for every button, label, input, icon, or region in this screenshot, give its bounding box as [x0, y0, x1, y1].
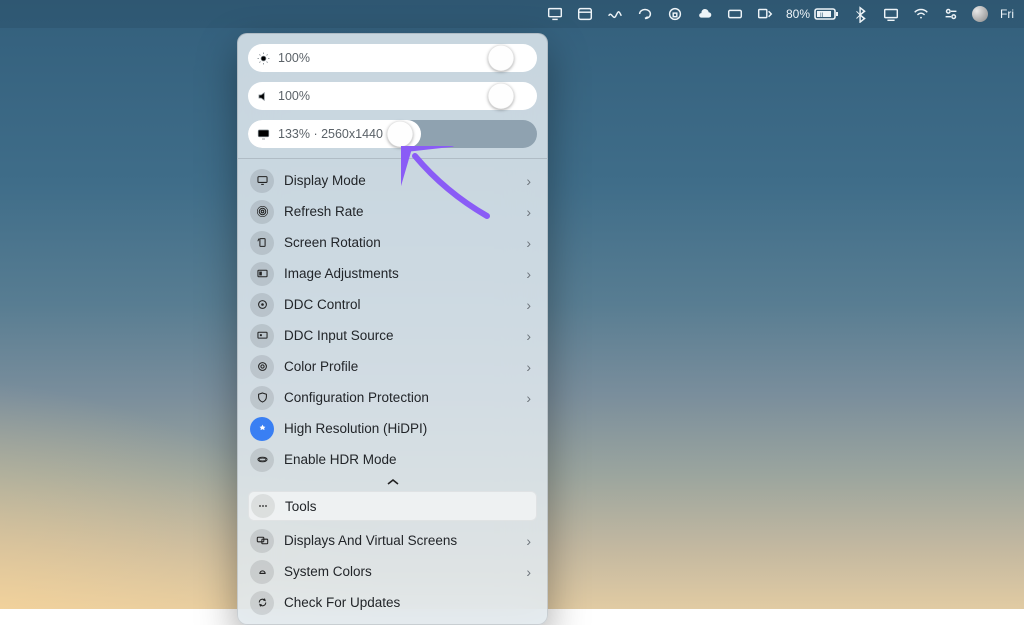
hidpi-icon — [250, 417, 274, 441]
screenshare-icon[interactable] — [882, 5, 900, 23]
section-label: Tools — [285, 499, 534, 514]
screen-rotation-icon — [250, 231, 274, 255]
resolution-value-label: 133% · 2560x1440 — [278, 127, 383, 141]
refresh-rate-icon — [250, 200, 274, 224]
system-colors-icon — [250, 560, 274, 584]
menu-color-profile[interactable]: Color Profile › — [248, 351, 537, 382]
menu-label: Configuration Protection — [284, 390, 516, 405]
mirror-icon[interactable] — [756, 5, 774, 23]
menu-label: Display Mode — [284, 173, 516, 188]
menu-label: Image Adjustments — [284, 266, 516, 281]
lock-shield-icon[interactable] — [666, 5, 684, 23]
menu-enable-hdr[interactable]: Enable HDR Mode — [248, 444, 537, 475]
ddc-control-icon — [250, 293, 274, 317]
brightness-slider[interactable]: 100% — [248, 44, 537, 72]
svg-text:II: II — [820, 13, 824, 19]
hdr-icon — [250, 448, 274, 472]
chevron-right-icon: › — [526, 266, 535, 282]
menu-image-adjustments[interactable]: Image Adjustments › — [248, 258, 537, 289]
menu-list: Display Mode › Refresh Rate › Screen Rot… — [248, 165, 537, 618]
divider — [238, 158, 547, 159]
color-profile-icon — [250, 355, 274, 379]
chevron-right-icon: › — [526, 297, 535, 313]
chevron-right-icon: › — [526, 533, 535, 549]
section-tools[interactable]: Tools — [248, 491, 537, 521]
menu-system-colors[interactable]: System Colors › — [248, 556, 537, 587]
volume-value-label: 100% — [278, 89, 310, 103]
expand-caret[interactable] — [248, 475, 537, 489]
battery-percent-label: 80% — [786, 7, 810, 21]
menu-label: Displays And Virtual Screens — [284, 533, 516, 548]
chevron-right-icon: › — [526, 359, 535, 375]
menu-label: System Colors — [284, 564, 516, 579]
clock-day-label[interactable]: Fri — [1000, 7, 1014, 21]
calendar-app-icon[interactable] — [576, 5, 594, 23]
wifi-icon[interactable] — [912, 5, 930, 23]
menu-refresh-rate[interactable]: Refresh Rate › — [248, 196, 537, 227]
display-menubar-icon[interactable] — [546, 5, 564, 23]
menu-screen-rotation[interactable]: Screen Rotation › — [248, 227, 537, 258]
keyboard-icon[interactable] — [726, 5, 744, 23]
volume-slider[interactable]: 100% — [248, 82, 537, 110]
chevron-right-icon: › — [526, 564, 535, 580]
resolution-slider[interactable]: 133% · 2560x1440 — [248, 120, 537, 148]
display-mode-icon — [250, 169, 274, 193]
system-menubar: 80% II Fri — [0, 0, 1024, 28]
chevron-right-icon: › — [526, 328, 535, 344]
ddc-input-source-icon — [250, 324, 274, 348]
menu-label: DDC Input Source — [284, 328, 516, 343]
menu-ddc-control[interactable]: DDC Control › — [248, 289, 537, 320]
displays-icon — [250, 529, 274, 553]
menu-check-for-updates[interactable]: Check For Updates — [248, 587, 537, 618]
chevron-right-icon: › — [526, 173, 535, 189]
menu-label: Enable HDR Mode — [284, 452, 535, 467]
brightness-icon — [248, 44, 278, 72]
menu-label: Check For Updates — [284, 595, 535, 610]
resolution-slider-knob[interactable] — [387, 121, 413, 147]
volume-slider-knob[interactable] — [488, 83, 514, 109]
siri-icon[interactable] — [972, 6, 988, 22]
shield-icon — [250, 386, 274, 410]
battery-status[interactable]: 80% II — [786, 7, 840, 21]
brightness-value-label: 100% — [278, 51, 310, 65]
menu-displays-virtual-screens[interactable]: Displays And Virtual Screens › — [248, 525, 537, 556]
menu-display-mode[interactable]: Display Mode › — [248, 165, 537, 196]
display-control-panel: 100% 100% 133% · 2560x1440 Display Mode … — [237, 33, 548, 625]
menu-ddc-input-source[interactable]: DDC Input Source › — [248, 320, 537, 351]
menu-configuration-protection[interactable]: Configuration Protection › — [248, 382, 537, 413]
bluetooth-icon[interactable] — [852, 5, 870, 23]
updates-icon — [250, 591, 274, 615]
display-icon — [248, 120, 278, 148]
volume-icon — [248, 82, 278, 110]
vpn-icon[interactable] — [636, 5, 654, 23]
menu-label: High Resolution (HiDPI) — [284, 421, 535, 436]
menu-label: Refresh Rate — [284, 204, 516, 219]
chevron-right-icon: › — [526, 204, 535, 220]
cloud-icon[interactable] — [696, 5, 714, 23]
image-adjustments-icon — [250, 262, 274, 286]
squiggle-icon[interactable] — [606, 5, 624, 23]
chevron-right-icon: › — [526, 235, 535, 251]
menu-label: Color Profile — [284, 359, 516, 374]
menu-label: Screen Rotation — [284, 235, 516, 250]
control-center-icon[interactable] — [942, 5, 960, 23]
tools-icon — [251, 494, 275, 518]
menu-high-resolution[interactable]: High Resolution (HiDPI) — [248, 413, 537, 444]
chevron-right-icon: › — [526, 390, 535, 406]
menu-label: DDC Control — [284, 297, 516, 312]
brightness-slider-knob[interactable] — [488, 45, 514, 71]
